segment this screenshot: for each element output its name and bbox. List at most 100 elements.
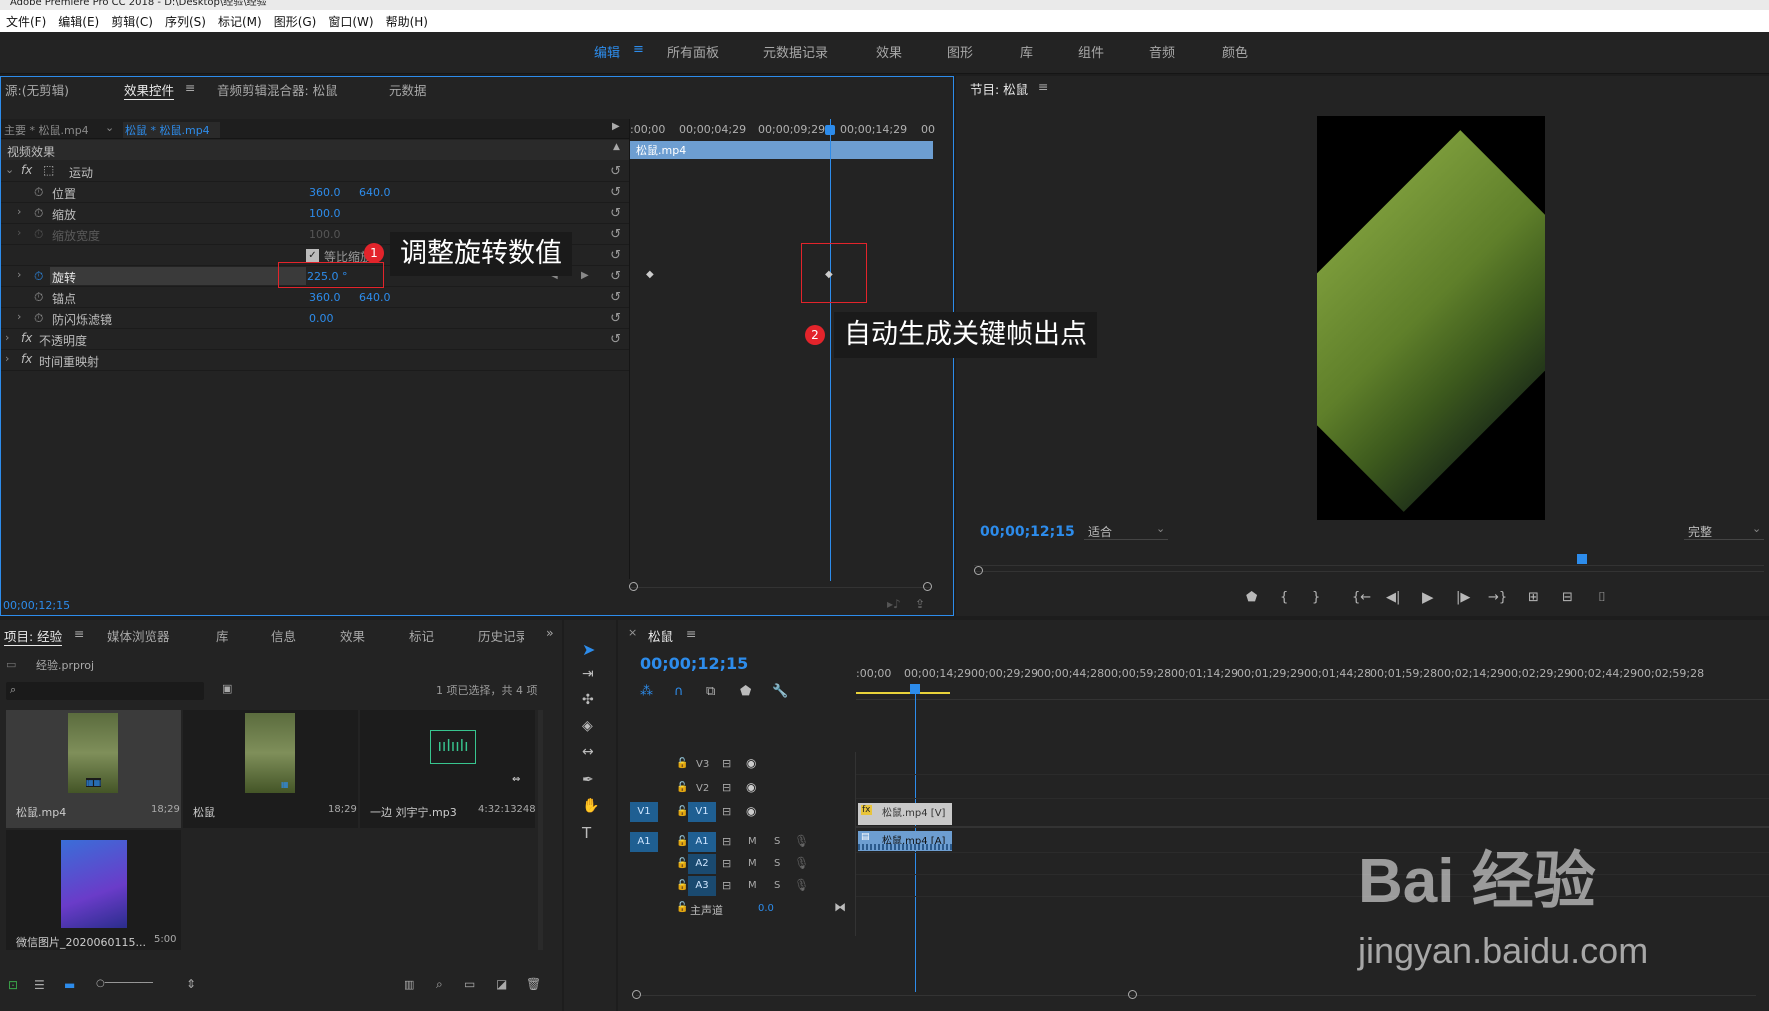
next-keyframe-icon[interactable]: ▶: [581, 270, 589, 281]
track-v2-label[interactable]: V2: [696, 783, 709, 794]
stopwatch-active-icon[interactable]: ⏱: [34, 269, 43, 284]
mute-button[interactable]: M: [748, 836, 757, 847]
zoom-slider[interactable]: ○────────: [96, 978, 153, 989]
mark-in-icon[interactable]: {: [1280, 590, 1288, 605]
effect-row-opacity[interactable]: › fx 不透明度 ↺: [1, 329, 629, 350]
pen-icon[interactable]: ✒: [582, 772, 594, 788]
workspace-all-panels[interactable]: 所有面板: [667, 42, 719, 61]
mute-button[interactable]: M: [748, 880, 757, 891]
tab-effects[interactable]: 效果: [340, 626, 365, 645]
workspace-effects[interactable]: 效果: [876, 42, 902, 61]
uniform-scale-checkbox[interactable]: ✓: [306, 249, 319, 262]
nest-icon[interactable]: ⁂: [640, 684, 653, 699]
workspace-menu-icon[interactable]: ≡: [633, 42, 644, 57]
effect-row-scale[interactable]: › ⏱ 缩放 100.0 ↺: [1, 203, 629, 224]
camera-icon[interactable]: ⌷: [1598, 590, 1606, 605]
master-volume-value[interactable]: 0.0: [758, 903, 774, 914]
playhead-handle-icon[interactable]: [910, 684, 920, 694]
lock-icon[interactable]: 🔓: [676, 858, 688, 869]
menu-graphics[interactable]: 图形(G): [268, 13, 323, 30]
mark-out-icon[interactable]: }: [1312, 590, 1320, 605]
project-item-sequence[interactable]: ▦ 松鼠 18;29: [183, 710, 358, 828]
lock-icon[interactable]: 🔓: [676, 836, 688, 847]
track-a3-target[interactable]: A3: [688, 876, 716, 896]
reset-icon[interactable]: ↺: [610, 164, 621, 179]
quality-dropdown[interactable]: 完整 ⌄: [1684, 522, 1764, 540]
fit-dropdown[interactable]: 适合 ⌄: [1084, 522, 1168, 540]
menu-clip[interactable]: 剪辑(C): [105, 13, 159, 30]
program-video-frame[interactable]: [1317, 116, 1545, 520]
marker-icon[interactable]: ⬟: [1246, 590, 1257, 605]
timeline-ruler[interactable]: :00;00 00;00;14;29 00;00;29;29 00;00;44;…: [856, 664, 1769, 700]
work-area-bar[interactable]: [856, 692, 950, 694]
sync-lock-icon[interactable]: ⊟: [722, 757, 731, 770]
workspace-color[interactable]: 颜色: [1222, 42, 1248, 61]
reset-icon[interactable]: ↺: [610, 206, 621, 221]
export-icon[interactable]: ⇪: [915, 597, 925, 611]
program-playhead-icon[interactable]: [1577, 554, 1587, 564]
panel-menu-icon[interactable]: ≡: [1038, 79, 1048, 94]
workspace-audio[interactable]: 音频: [1149, 42, 1175, 61]
stopwatch-icon[interactable]: ⏱: [34, 311, 43, 326]
tab-effect-controls[interactable]: 效果控件: [124, 80, 175, 100]
track-select-icon[interactable]: ⇥: [582, 666, 594, 682]
search-icon[interactable]: ⌕: [436, 977, 443, 992]
reset-icon[interactable]: ↺: [610, 248, 621, 263]
panel-menu-icon[interactable]: ≡: [185, 80, 195, 95]
step-forward-icon[interactable]: |▶: [1456, 590, 1470, 605]
effect-timecode[interactable]: 00;00;12;15: [3, 599, 70, 612]
reset-icon[interactable]: ↺: [610, 185, 621, 200]
wrench-icon[interactable]: 🔧: [772, 684, 788, 699]
step-back-icon[interactable]: ◀|: [1386, 590, 1400, 605]
effect-row-flicker[interactable]: › ⏱ 防闪烁滤镜 0.00 ↺: [1, 308, 629, 329]
new-search-bin-icon[interactable]: ▣: [222, 682, 232, 695]
track-v1-target[interactable]: V1: [688, 802, 716, 822]
eye-icon[interactable]: ◉: [746, 756, 756, 770]
effect-row-anchor[interactable]: ⏱ 锚点 360.0 640.0 ↺: [1, 287, 629, 308]
razor-icon[interactable]: ◈: [582, 718, 593, 734]
scale-value[interactable]: 100.0: [309, 207, 341, 220]
source-patch-a1[interactable]: A1: [630, 832, 658, 852]
menu-edit[interactable]: 编辑(E): [52, 13, 105, 30]
project-item-audio[interactable]: ıılıılı ⇔ 一边 刘宇宁.mp3 4:32:13248: [360, 710, 536, 828]
stopwatch-icon[interactable]: ⏱: [34, 206, 43, 221]
workspace-library[interactable]: 库: [1020, 42, 1033, 61]
menu-window[interactable]: 窗口(W): [322, 13, 379, 30]
effect-playhead[interactable]: [830, 119, 831, 581]
tab-library[interactable]: 库: [216, 626, 229, 645]
tab-media-browser[interactable]: 媒体浏览器: [107, 626, 170, 645]
trash-icon[interactable]: 🗑: [526, 977, 541, 991]
sort-icon[interactable]: ⇕: [186, 977, 196, 991]
search-input[interactable]: ⌕: [6, 682, 204, 700]
stopwatch-icon[interactable]: ⏱: [34, 290, 43, 305]
project-item-image[interactable]: 微信图片_2020060115... 5:00: [6, 830, 181, 950]
collapse-up-icon[interactable]: ▲: [613, 142, 620, 152]
sync-lock-icon[interactable]: ⊟: [722, 805, 731, 818]
flicker-value[interactable]: 0.00: [309, 312, 334, 325]
tab-metadata[interactable]: 元数据: [389, 80, 427, 99]
lock-icon[interactable]: 🔓: [676, 782, 688, 793]
zoom-handle-right[interactable]: [923, 582, 932, 591]
timeline-timecode[interactable]: 00;00;12;15: [640, 654, 748, 673]
panel-menu-icon[interactable]: ≡: [74, 626, 84, 641]
selection-tool-icon[interactable]: ➤: [582, 640, 595, 659]
lock-icon[interactable]: 🔓: [676, 902, 688, 913]
fx-icon[interactable]: fx: [21, 352, 32, 366]
tab-markers[interactable]: 标记: [409, 626, 434, 645]
marker-icon[interactable]: ⬟: [740, 684, 751, 699]
reset-icon[interactable]: ↺: [610, 332, 621, 347]
source-patch-v1[interactable]: V1: [630, 802, 658, 822]
workspace-metadata[interactable]: 元数据记录: [763, 42, 828, 61]
workspace-assembly[interactable]: 组件: [1078, 42, 1104, 61]
eye-icon[interactable]: ◉: [746, 804, 756, 818]
magnet-icon[interactable]: ∩: [674, 684, 684, 699]
project-scrollbar[interactable]: [538, 710, 543, 950]
slip-icon[interactable]: ↔: [582, 744, 594, 760]
menu-file[interactable]: 文件(F): [0, 13, 52, 30]
zoom-handle-left[interactable]: [629, 582, 638, 591]
anchor-y-value[interactable]: 640.0: [359, 291, 391, 304]
workspace-edit[interactable]: 编辑: [594, 42, 620, 61]
new-item-icon[interactable]: ◪: [496, 977, 507, 991]
tab-info[interactable]: 信息: [271, 626, 296, 645]
reset-icon[interactable]: ↺: [610, 290, 621, 305]
